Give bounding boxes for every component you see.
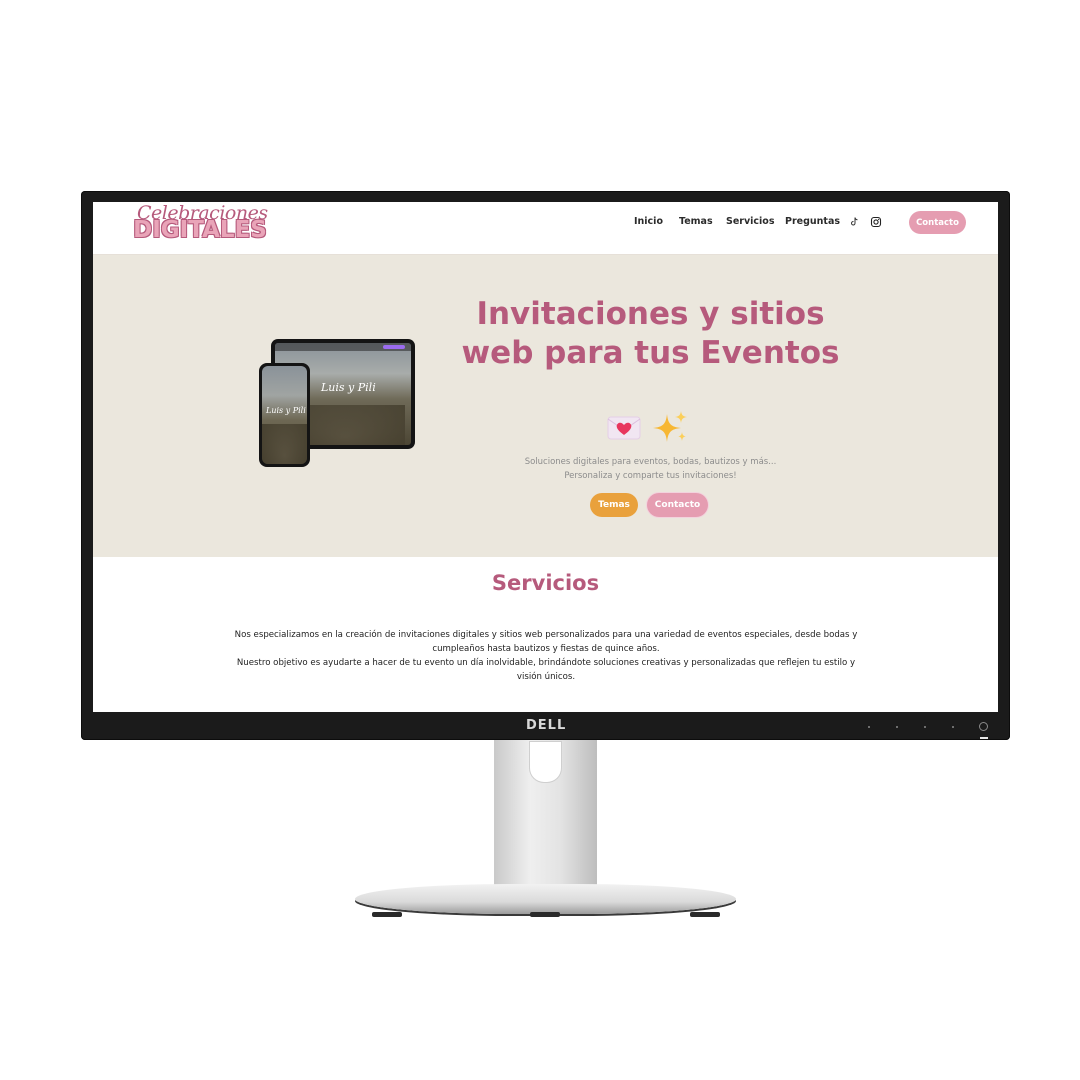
monitor-button-3 [924, 726, 926, 728]
stand-foot-center [530, 912, 560, 917]
instagram-icon[interactable] [870, 216, 882, 228]
servicios-description: Nos especializamos en la creación de inv… [225, 628, 867, 684]
nav-inicio[interactable]: Inicio [634, 216, 663, 227]
love-letter-icon [607, 416, 641, 440]
tiktok-icon[interactable] [848, 216, 860, 228]
hero-subtitle: Soluciones digitales para eventos, bodas… [473, 455, 828, 483]
monitor-button-1 [868, 726, 870, 728]
tablet-mockup-script: Luis y Pili [321, 381, 376, 394]
stand-base [355, 884, 736, 914]
hero-emojis [605, 409, 695, 445]
phone-mockup: Luis y Pili [259, 363, 310, 467]
stand-foot-left [372, 912, 402, 917]
monitor-button-2 [896, 726, 898, 728]
dell-logo: DELL [526, 718, 567, 733]
nav-preguntas[interactable]: Preguntas [785, 216, 840, 227]
phone-mockup-script: Luis y Pili [266, 406, 306, 415]
site-header: Celebraciones DIGITALES Inicio Temas Ser… [93, 202, 998, 255]
hero-subtitle-line2: Personaliza y comparte tus invitaciones! [564, 471, 737, 481]
power-led [980, 737, 988, 739]
stand-foot-right [690, 912, 720, 917]
nav-temas[interactable]: Temas [679, 216, 713, 227]
hero-subtitle-line1: Soluciones digitales para eventos, bodas… [524, 457, 777, 467]
monitor-button-4 [952, 726, 954, 728]
servicios-heading: Servicios [491, 571, 600, 595]
servicios-paragraph-1: Nos especializamos en la creación de inv… [234, 630, 858, 654]
phone-screen-image: Luis y Pili [262, 366, 307, 464]
monitor-screen: Celebraciones DIGITALES Inicio Temas Ser… [93, 202, 998, 712]
stand-cable-hole [530, 742, 561, 782]
sparkles-icon [653, 411, 687, 442]
logo-main-text: DIGITALES [133, 217, 267, 243]
temas-button[interactable]: Temas [590, 493, 638, 517]
hero-section: Luis y Pili Luis y Pili Invitaciones y s… [93, 255, 998, 557]
power-icon [979, 722, 988, 731]
contacto-button[interactable]: Contacto [647, 493, 708, 517]
servicios-paragraph-2: Nuestro objetivo es ayudarte a hacer de … [236, 658, 856, 682]
contacto-nav-button[interactable]: Contacto [909, 211, 966, 234]
nav-servicios[interactable]: Servicios [726, 216, 775, 227]
hero-title: Invitaciones y sitios web para tus Event… [461, 296, 840, 371]
